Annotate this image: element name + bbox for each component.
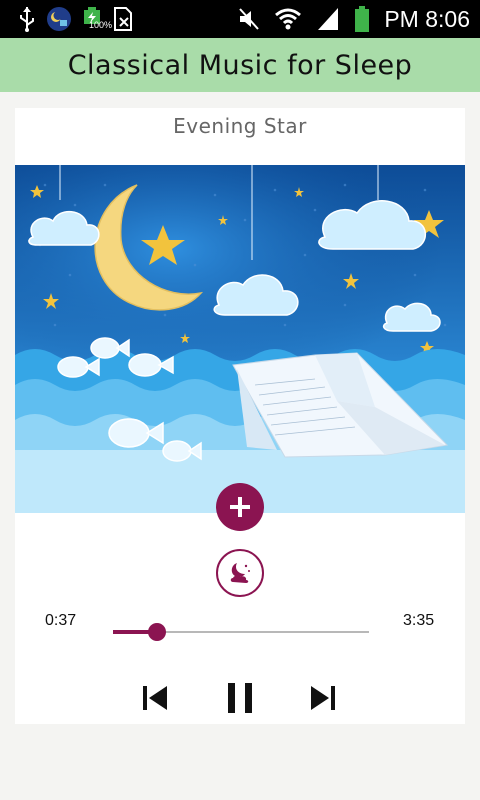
signal-icon [318, 8, 339, 30]
skip-next-icon [311, 686, 335, 710]
previous-button[interactable] [135, 678, 175, 718]
app-bar: Classical Music for Sleep [0, 38, 480, 92]
battery-percent-label: 100% [89, 20, 113, 30]
album-artwork [15, 165, 465, 513]
battery-icon [355, 6, 370, 32]
sleep-moon-icon [230, 563, 250, 583]
seek-bar[interactable] [113, 623, 369, 641]
skip-previous-icon [143, 686, 167, 710]
sim-disabled-icon [114, 7, 132, 31]
pause-button[interactable] [220, 678, 260, 718]
mute-icon [239, 8, 260, 30]
track-title: Evening Star [173, 114, 307, 138]
seek-thumb[interactable] [148, 623, 167, 641]
app-title: Classical Music for Sleep [67, 49, 413, 81]
next-button[interactable] [303, 678, 343, 718]
wifi-icon [275, 8, 302, 30]
usb-icon [20, 7, 34, 32]
sleep-mode-button[interactable] [216, 549, 264, 597]
player-card: Evening Star 0:37 3:35 [15, 108, 465, 724]
playback-controls [15, 678, 465, 718]
status-bar: 100% PM 8:06 [0, 0, 480, 38]
app-notification-icon [47, 7, 71, 31]
elapsed-time: 0:37 [45, 612, 77, 629]
add-icon [230, 497, 250, 517]
add-to-playlist-button[interactable] [216, 483, 264, 531]
status-time: PM 8:06 [384, 5, 470, 32]
pause-icon [228, 683, 252, 713]
total-duration: 3:35 [403, 612, 435, 629]
